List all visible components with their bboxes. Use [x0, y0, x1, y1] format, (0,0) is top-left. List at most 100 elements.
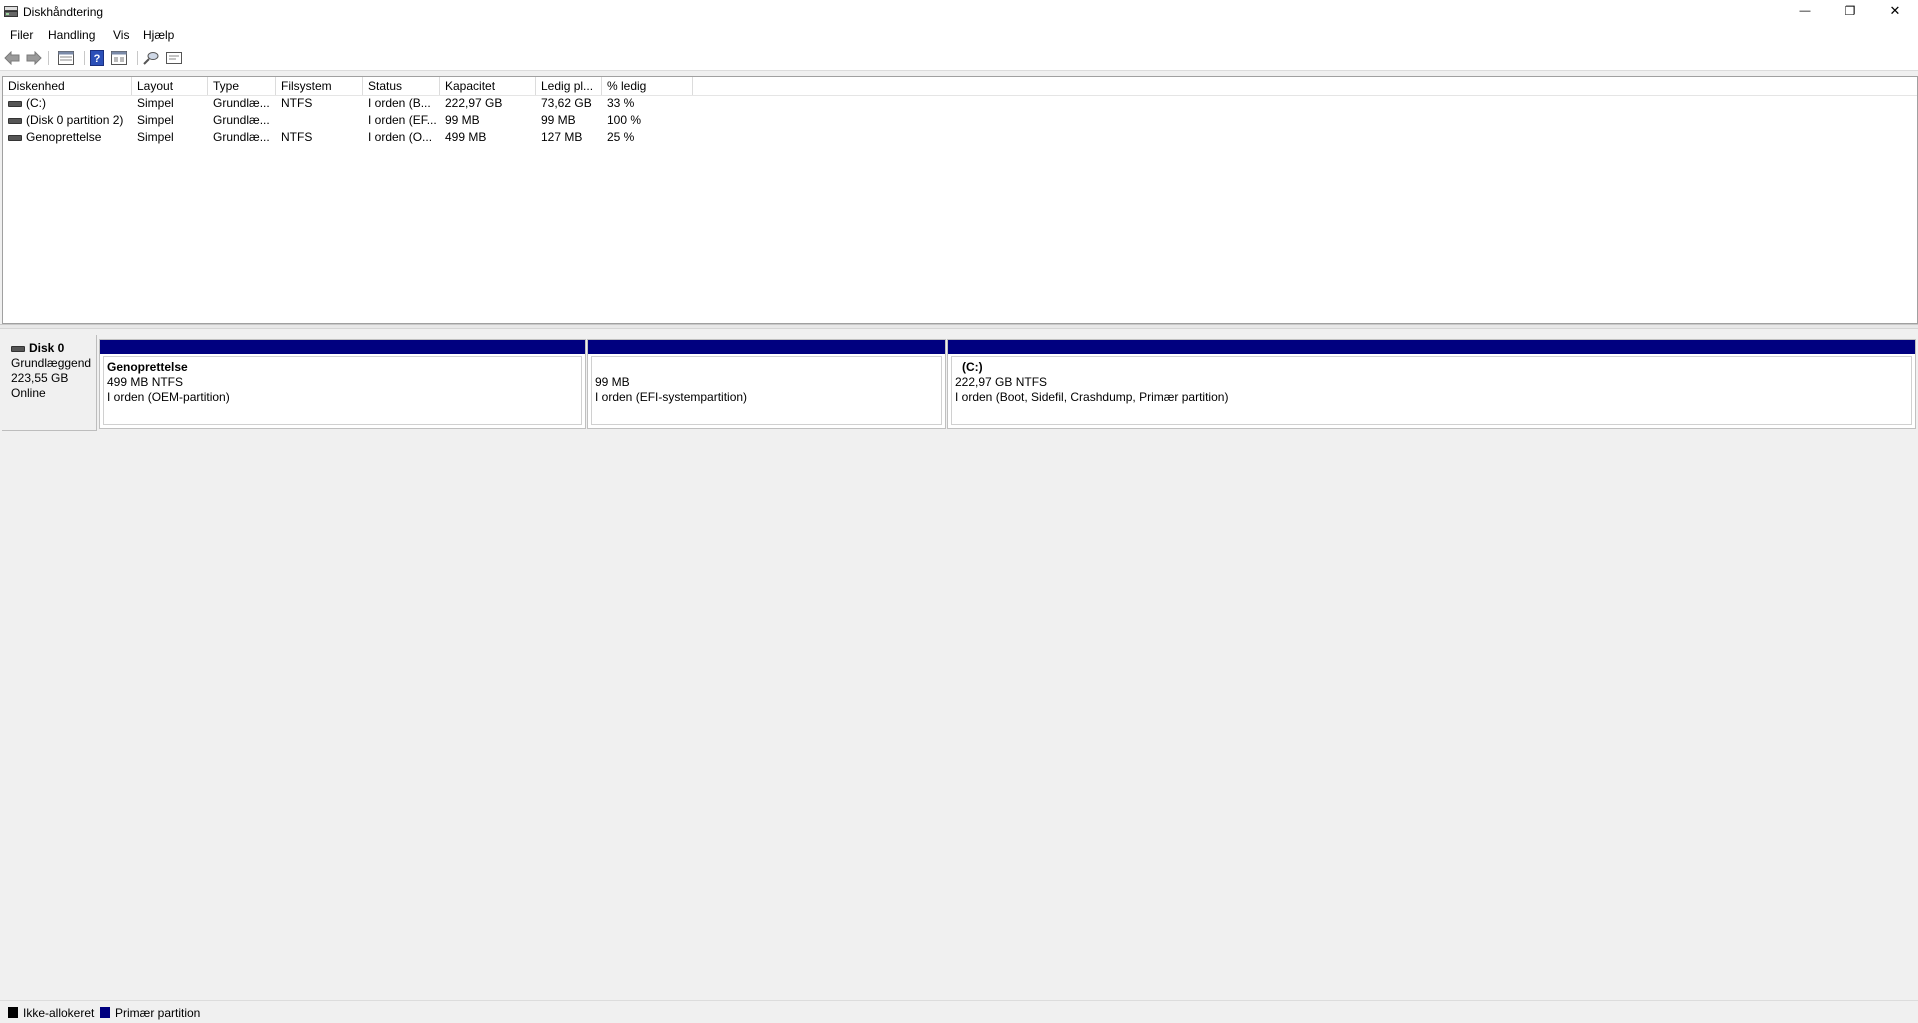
toolbar-separator — [137, 51, 138, 65]
menu-vis[interactable]: Vis — [113, 28, 129, 42]
cell-text: (Disk 0 partition 2) — [26, 113, 124, 127]
title-bar: Diskhåndtering — ❐ ✕ — [0, 0, 1918, 24]
disk-management-app-icon — [4, 6, 18, 17]
partition-efi[interactable]: 99 MB I orden (EFI-systempartition) — [587, 339, 946, 429]
drive-icon — [8, 134, 22, 141]
column-header-status[interactable]: Status — [363, 77, 440, 95]
menu-hjaelp[interactable]: Hjælp — [143, 28, 174, 42]
cell-kapacitet: 99 MB — [445, 113, 480, 127]
legend-bar: Ikke-allokeret Primær partition — [0, 1000, 1918, 1023]
partition-details: 99 MB I orden (EFI-systempartition) — [591, 356, 942, 425]
cell-layout: Simpel — [137, 96, 174, 110]
column-header-diskenhed[interactable]: Diskenhed — [3, 77, 132, 95]
cell-text: (C:) — [26, 96, 46, 110]
partition-details: Genoprettelse 499 MB NTFS I orden (OEM-p… — [103, 356, 582, 425]
disk-size: 223,55 GB — [11, 371, 69, 385]
cell-ledig-plads: 73,62 GB — [541, 96, 592, 110]
maximize-button[interactable]: ❐ — [1827, 0, 1873, 22]
volume-list-button[interactable] — [57, 49, 75, 67]
volume-list-icon — [58, 51, 74, 65]
toolbar-separator — [84, 51, 85, 65]
partition-name — [595, 360, 941, 375]
column-header-pct-ledig[interactable]: % ledig — [602, 77, 693, 95]
minimize-icon: — — [1799, 5, 1811, 17]
menu-bar: Filer Handling Vis Hjælp — [0, 24, 1918, 46]
column-header-layout[interactable]: Layout — [132, 77, 208, 95]
cell-ledig-plads: 99 MB — [541, 113, 576, 127]
back-button[interactable] — [3, 49, 21, 67]
cell-diskenhed: Genoprettelse — [3, 129, 132, 146]
properties-button[interactable] — [110, 49, 128, 67]
cell-pct-ledig: 100 % — [607, 113, 642, 127]
partition-genoprettelse[interactable]: Genoprettelse 499 MB NTFS I orden (OEM-p… — [99, 339, 586, 429]
help-icon: ? — [90, 50, 104, 66]
cell-status: I orden (EF... — [368, 113, 437, 127]
primary-partition-swatch — [100, 1007, 110, 1018]
properties-icon — [111, 51, 127, 65]
partition-name: Genoprettelse — [107, 360, 188, 374]
column-header-type[interactable]: Type — [208, 77, 276, 95]
drive-icon — [8, 100, 22, 107]
column-header-kapacitet[interactable]: Kapacitet — [440, 77, 536, 95]
disk-0-label[interactable]: Disk 0 Grundlæggend 223,55 GB Online — [2, 335, 97, 431]
legend-unallocated: Ikke-allokeret — [23, 1006, 95, 1020]
toolbar: ? — [0, 46, 1918, 71]
unallocated-swatch — [8, 1007, 18, 1018]
toolbar-separator — [48, 51, 49, 65]
table-row[interactable]: (C:) Simpel Grundlæ... NTFS I orden (B..… — [3, 95, 1917, 112]
window-title: Diskhåndtering — [23, 5, 104, 19]
close-icon: ✕ — [1889, 3, 1901, 18]
cell-type: Grundlæ... — [213, 96, 270, 110]
rescan-icon — [143, 52, 159, 65]
disk-name-line: Disk 0 — [11, 341, 96, 356]
disk-name: Disk 0 — [29, 341, 65, 355]
cell-status: I orden (O... — [368, 130, 433, 144]
menu-handling[interactable]: Handling — [48, 28, 95, 42]
forward-button[interactable] — [25, 49, 43, 67]
view-button[interactable] — [165, 49, 183, 67]
cell-pct-ledig: 33 % — [607, 96, 635, 110]
partition-size: 222,97 GB NTFS — [955, 375, 1048, 389]
cell-kapacitet: 499 MB — [445, 130, 487, 144]
cell-type: Grundlæ... — [213, 113, 270, 127]
minimize-button[interactable]: — — [1782, 0, 1828, 22]
column-header-filsystem[interactable]: Filsystem — [276, 77, 363, 95]
primary-partition-stripe — [588, 340, 945, 354]
restore-icon: ❐ — [1844, 4, 1856, 18]
cell-pct-ledig: 25 % — [607, 130, 635, 144]
svg-text:?: ? — [94, 53, 101, 65]
partition-c[interactable]: (C:) 222,97 GB NTFS I orden (Boot, Sidef… — [947, 339, 1916, 429]
table-row[interactable]: (Disk 0 partition 2) Simpel Grundlæ... I… — [3, 112, 1917, 129]
close-button[interactable]: ✕ — [1872, 0, 1918, 22]
back-arrow-icon — [4, 51, 20, 65]
help-button[interactable]: ? — [88, 49, 106, 67]
primary-partition-stripe — [948, 340, 1915, 354]
cell-ledig-plads: 127 MB — [541, 130, 583, 144]
disk-type: Grundlæggend — [11, 356, 92, 370]
disk-icon — [11, 345, 25, 352]
volume-list-header: Diskenhed Layout Type Filsystem Status K… — [3, 77, 1917, 96]
cell-type: Grundlæ... — [213, 130, 270, 144]
table-row[interactable]: Genoprettelse Simpel Grundlæ... NTFS I o… — [3, 129, 1917, 146]
partition-name: (C:) — [962, 360, 983, 374]
cell-status: I orden (B... — [368, 96, 431, 110]
graphical-disk-view: Disk 0 Grundlæggend 223,55 GB Online Gen… — [0, 328, 1918, 1001]
cell-filsystem: NTFS — [281, 96, 313, 110]
view-icon — [166, 52, 182, 64]
cell-layout: Simpel — [137, 130, 174, 144]
primary-partition-stripe — [100, 340, 585, 354]
forward-arrow-icon — [26, 51, 42, 65]
cell-text: Genoprettelse — [26, 130, 102, 144]
partition-status: I orden (EFI-systempartition) — [595, 390, 748, 404]
partition-status: I orden (OEM-partition) — [107, 390, 230, 404]
column-header-ledig-plads[interactable]: Ledig pl... — [536, 77, 602, 95]
menu-filer[interactable]: Filer — [10, 28, 33, 42]
partition-status: I orden (Boot, Sidefil, Crashdump, Primæ… — [955, 390, 1229, 404]
partition-details: (C:) 222,97 GB NTFS I orden (Boot, Sidef… — [951, 356, 1912, 425]
rescan-button[interactable] — [142, 49, 160, 67]
cell-filsystem: NTFS — [281, 130, 313, 144]
disk-status: Online — [11, 386, 46, 400]
cell-layout: Simpel — [137, 113, 174, 127]
cell-kapacitet: 222,97 GB — [445, 96, 503, 110]
legend-primary-partition: Primær partition — [115, 1006, 201, 1020]
